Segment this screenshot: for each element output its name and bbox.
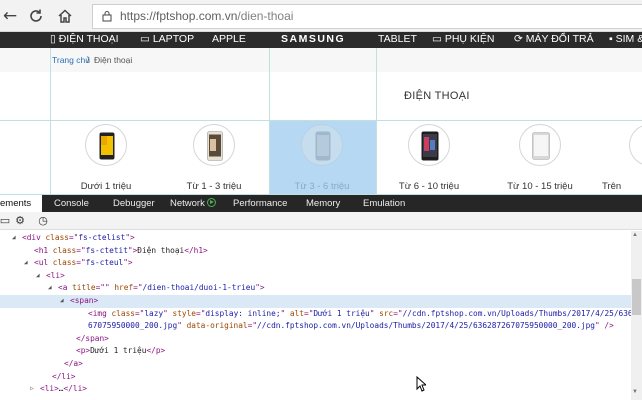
dom-tree: ◢ <div class="fs-ctelist"> <h1 class="fs-c… [0, 231, 631, 400]
nav-item-laptop[interactable]: ▭ LAPTOP [140, 33, 194, 45]
browser-toolbar: ← https://fptshop.com.vn/dien-thoai [0, 0, 642, 32]
dom-node-row[interactable]: ◢ <a title="" href="/dien-thoai/duoi-1-tr… [0, 282, 631, 295]
lock-icon [102, 10, 112, 22]
phone-image [99, 132, 115, 160]
scroll-up-icon[interactable]: ▲ [632, 232, 638, 238]
dom-node-row[interactable]: ◢ <ul class="fs-cteul"> [0, 257, 631, 270]
home-icon[interactable] [55, 6, 75, 26]
category-thumb [193, 124, 235, 166]
scroll-thumb[interactable] [632, 279, 641, 315]
nav-item-samsung[interactable]: SAMSUNG [281, 33, 345, 45]
category-label: Dưới 1 triệu [80, 181, 132, 192]
site-nav: ▯ ĐIỆN THOẠI ▭ LAPTOP APPLE SAMSUNG TABL… [0, 32, 642, 48]
phone-image [315, 131, 331, 161]
collapse-arrow-icon[interactable]: ◢ [36, 270, 40, 283]
record-icon [207, 198, 217, 207]
collapse-arrow-icon[interactable]: ◢ [24, 257, 28, 270]
category-3-6m[interactable]: Từ 3 - 6 triệu [282, 124, 362, 195]
nav-item-tablet[interactable]: TABLET [378, 33, 417, 45]
category-thumb [629, 124, 642, 166]
dom-node-row[interactable]: 67075950000_200.jpg" data-original="//cd… [0, 320, 631, 333]
category-6-10m[interactable]: Từ 6 - 10 triệu [389, 124, 469, 195]
category-thumb [408, 124, 450, 166]
devtools-panel: ements Console Debugger Network Performa… [0, 195, 642, 400]
category-thumb [519, 124, 561, 166]
breadcrumb-separator: / [87, 55, 90, 65]
page-title: ĐIỆN THOẠI [404, 90, 470, 102]
breadcrumb: Trang chủ / Điện thoại [0, 48, 642, 72]
inspector-guide-line [376, 48, 377, 195]
tab-console[interactable]: Console [54, 198, 89, 209]
breadcrumb-current: Điện thoại [94, 55, 133, 65]
dom-tree-scrollbar[interactable]: ▲ ▼ [631, 231, 642, 400]
category-thumb [85, 124, 127, 166]
tab-network[interactable]: Network [170, 198, 217, 209]
dom-node-row[interactable]: </span> [0, 333, 631, 346]
phone-image [532, 132, 550, 160]
collapse-arrow-icon[interactable]: ◢ [60, 295, 64, 308]
phone-image [207, 131, 223, 161]
dom-node-row[interactable]: ▷ <li>…</li> [0, 383, 631, 396]
clock-icon[interactable]: ◷ [36, 214, 50, 228]
back-arrow-icon[interactable]: ← [0, 6, 20, 26]
devtools-toolbar: ▭ ⚙ ◷ [0, 212, 642, 230]
category-label: Từ 6 - 10 triệu [398, 181, 460, 192]
phone-image [421, 131, 439, 161]
category-1-3m[interactable]: Từ 1 - 3 triệu [174, 124, 254, 195]
url-text: https://fptshop.com.vn/dien-thoai [120, 9, 294, 23]
dom-node-row[interactable]: <h1 class="fs-ctetit">Điện thoại</h1> [0, 245, 631, 258]
dom-node-row[interactable]: <img class="lazy" style="display: inline… [0, 308, 631, 321]
dom-node-row[interactable]: ◢ <span> [0, 295, 631, 308]
tab-emulation[interactable]: Emulation [363, 198, 405, 209]
nav-item-apple[interactable]: APPLE [212, 33, 246, 45]
nav-item-sim[interactable]: ▪ SIM & [609, 33, 642, 45]
category-10-15m[interactable]: Từ 10 - 15 triệu [500, 124, 580, 195]
category-label: Trên [602, 181, 622, 192]
inspector-guide-line [50, 48, 51, 195]
expand-arrow-icon[interactable]: ▷ [30, 383, 34, 396]
devtools-tab-bar: ements Console Debugger Network Performa… [0, 195, 642, 212]
nav-item-returned-devices[interactable]: ⟳ MÁY ĐỔI TRẢ [514, 33, 594, 45]
dom-node-row[interactable]: </li> [0, 371, 631, 384]
category-over-15m[interactable]: Trên [602, 124, 642, 195]
settings-gear-icon[interactable]: ⚙ [13, 214, 27, 228]
inspector-guide-line [0, 120, 642, 121]
dom-node-row[interactable]: <p>Dưới 1 triệu</p> [0, 345, 631, 358]
collapse-arrow-icon[interactable]: ◢ [12, 232, 16, 245]
page-content: Trang chủ / Điện thoại ĐIỆN THOẠI Dưới 1… [0, 48, 642, 195]
category-thumb [301, 124, 343, 166]
dom-node-row[interactable]: </a> [0, 358, 631, 371]
nav-item-phone[interactable]: ▯ ĐIỆN THOẠI [50, 33, 119, 45]
select-element-icon[interactable]: ▭ [0, 214, 12, 228]
tab-elements[interactable]: ements [0, 195, 42, 212]
address-bar[interactable]: https://fptshop.com.vn/dien-thoai [92, 4, 642, 29]
dom-node-row[interactable]: ◢ <div class="fs-ctelist"> [0, 232, 631, 245]
nav-item-accessories[interactable]: ▭ PHỤ KIỆN [432, 33, 494, 45]
collapse-arrow-icon[interactable]: ◢ [48, 282, 52, 295]
tab-memory[interactable]: Memory [306, 198, 340, 209]
inspector-guide-line [269, 48, 270, 195]
refresh-icon[interactable] [26, 6, 46, 26]
category-label: Từ 10 - 15 triệu [507, 181, 573, 192]
category-label: Từ 1 - 3 triệu [186, 181, 242, 192]
category-label: Từ 3 - 6 triệu [294, 181, 350, 192]
mouse-cursor-icon [416, 376, 426, 392]
breadcrumb-home-link[interactable]: Trang chủ [52, 55, 90, 65]
tab-debugger[interactable]: Debugger [113, 198, 155, 209]
category-under-1m[interactable]: Dưới 1 triệu [66, 124, 146, 195]
tab-performance[interactable]: Performance [233, 198, 287, 209]
dom-node-row[interactable]: ◢ <li> [0, 270, 631, 283]
scroll-down-icon[interactable]: ▼ [632, 389, 638, 395]
